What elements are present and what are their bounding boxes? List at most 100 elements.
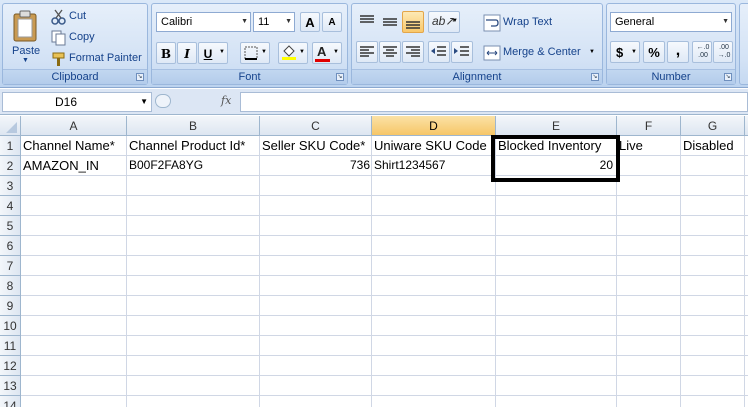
number-dialog-launcher-icon[interactable]: ↘ (724, 73, 732, 81)
fill-color-button[interactable]: ▼ (278, 42, 308, 64)
cell-b1[interactable]: Channel Product Id* (127, 136, 260, 156)
underline-dropdown-icon[interactable]: ▼ (219, 49, 225, 55)
cell-c2[interactable]: 736 (260, 156, 372, 176)
paste-button[interactable]: Paste ▼ (5, 6, 45, 68)
paste-label: Paste (12, 45, 41, 57)
row-header-12[interactable]: 12 (0, 356, 21, 376)
font-dialog-launcher-icon[interactable]: ↘ (336, 73, 344, 81)
grow-font-button[interactable]: A (300, 12, 320, 32)
cell-f1[interactable]: Live (617, 136, 681, 156)
align-right-button[interactable] (402, 41, 424, 63)
alignment-group: ab↗ ▼ Wrap Text Merge & Center ▼ Alignme… (351, 3, 603, 85)
row-header-9[interactable]: 9 (0, 296, 21, 316)
wrap-text-button[interactable]: Wrap Text (480, 11, 570, 33)
font-family-value: Calibri (161, 16, 193, 28)
orientation-button[interactable]: ab↗ ▼ (428, 11, 460, 33)
wrap-text-icon (483, 14, 501, 32)
alignment-dialog-launcher-icon[interactable]: ↘ (591, 73, 599, 81)
clipboard-caption: Clipboard (3, 69, 147, 84)
row-header-11[interactable]: 11 (0, 336, 21, 356)
row-header-14[interactable]: 14 (0, 396, 21, 407)
paste-dropdown-icon[interactable]: ▼ (22, 57, 29, 64)
borders-button[interactable]: ▼ (240, 42, 270, 64)
align-bottom-button[interactable] (402, 11, 424, 33)
align-left-button[interactable] (356, 41, 378, 63)
cut-button[interactable]: Cut (49, 7, 109, 25)
formula-input[interactable] (240, 92, 748, 112)
cell-e1[interactable]: Blocked Inventory (496, 136, 617, 156)
row-header-3[interactable]: 3 (0, 176, 21, 196)
cut-label: Cut (69, 10, 87, 22)
column-header-d[interactable]: D (372, 116, 496, 136)
row-header-5[interactable]: 5 (0, 216, 21, 236)
cell-e2[interactable]: 20 (496, 156, 617, 176)
italic-button[interactable]: I (177, 42, 197, 64)
comma-style-button[interactable]: , (667, 41, 689, 63)
column-header-b[interactable]: B (127, 116, 260, 136)
cell-d1[interactable]: Uniware SKU Code (372, 136, 496, 156)
column-header-a[interactable]: A (21, 116, 127, 136)
font-color-button[interactable]: A ▼ (312, 42, 342, 64)
formula-bar-resize-handle[interactable] (155, 94, 171, 108)
copy-button[interactable]: Copy (49, 28, 109, 46)
bold-button[interactable]: B (156, 42, 176, 64)
row-header-2[interactable]: 2 (0, 156, 21, 176)
paint-bucket-icon (282, 45, 296, 60)
shrink-font-button[interactable]: A (322, 12, 342, 32)
cell-g1[interactable]: Disabled (681, 136, 745, 156)
shrink-font-icon: A (328, 17, 336, 28)
font-color-dropdown-icon[interactable]: ▼ (333, 49, 339, 55)
font-size-dropdown-icon[interactable]: ▼ (285, 13, 292, 31)
merge-center-button[interactable]: Merge & Center ▼ (480, 41, 598, 63)
select-all-corner[interactable] (0, 116, 21, 136)
number-format-select[interactable]: General ▼ (610, 12, 732, 32)
cell-d2[interactable]: Shirt1234567 (372, 156, 496, 176)
cell-c1[interactable]: Seller SKU Code* (260, 136, 372, 156)
decrease-decimal-button[interactable]: .00 →.0 (713, 41, 733, 63)
currency-dropdown-icon[interactable]: ▼ (631, 49, 637, 55)
font-size-select[interactable]: 11 ▼ (253, 12, 295, 32)
clipboard-dialog-launcher-icon[interactable]: ↘ (136, 73, 144, 81)
currency-button[interactable]: $ ▼ (610, 41, 640, 63)
row-header-6[interactable]: 6 (0, 236, 21, 256)
column-header-e[interactable]: E (496, 116, 617, 136)
row-header-1[interactable]: 1 (0, 136, 21, 156)
decrease-indent-button[interactable] (428, 41, 450, 63)
name-box-dropdown-icon[interactable]: ▼ (140, 93, 148, 111)
cell-a1[interactable]: Channel Name* (21, 136, 127, 156)
align-center-button[interactable] (379, 41, 401, 63)
align-middle-button[interactable] (379, 11, 401, 33)
align-top-button[interactable] (356, 11, 378, 33)
cells-area[interactable] (21, 136, 748, 407)
row-header-4[interactable]: 4 (0, 196, 21, 216)
row-header-13[interactable]: 13 (0, 376, 21, 396)
column-header-f[interactable]: F (617, 116, 681, 136)
row-header-8[interactable]: 8 (0, 276, 21, 296)
format-painter-button[interactable]: Format Painter (49, 49, 147, 67)
fill-color-dropdown-icon[interactable]: ▼ (299, 49, 305, 55)
orientation-dropdown-icon[interactable]: ▼ (452, 18, 458, 24)
percent-button[interactable]: % (643, 41, 665, 63)
alignment-caption: Alignment (352, 69, 602, 84)
ribbon: Paste ▼ Cut Copy Format Painter Clipboar… (0, 0, 748, 88)
wrap-text-label: Wrap Text (503, 16, 553, 28)
underline-button[interactable]: U ▼ (198, 42, 228, 64)
column-header-g[interactable]: G (681, 116, 745, 136)
number-format-dropdown-icon[interactable]: ▼ (722, 13, 729, 31)
cell-b2[interactable]: B00F2FA8YG (127, 156, 260, 176)
copy-icon (51, 30, 66, 46)
row-header-10[interactable]: 10 (0, 316, 21, 336)
column-header-c[interactable]: C (260, 116, 372, 136)
font-family-dropdown-icon[interactable]: ▼ (241, 13, 248, 31)
cell-a2[interactable]: AMAZON_IN (21, 156, 127, 176)
align-right-icon (406, 46, 420, 57)
name-box[interactable]: D16 ▼ (2, 92, 152, 112)
borders-dropdown-icon[interactable]: ▼ (261, 49, 267, 55)
insert-function-button[interactable]: fx (221, 94, 231, 107)
merge-center-dropdown-icon[interactable]: ▼ (589, 49, 595, 55)
font-family-select[interactable]: Calibri ▼ (156, 12, 251, 32)
increase-indent-button[interactable] (451, 41, 473, 63)
increase-decimal-button[interactable]: ←.0 .00 (692, 41, 712, 63)
borders-icon (244, 46, 258, 60)
row-header-7[interactable]: 7 (0, 256, 21, 276)
